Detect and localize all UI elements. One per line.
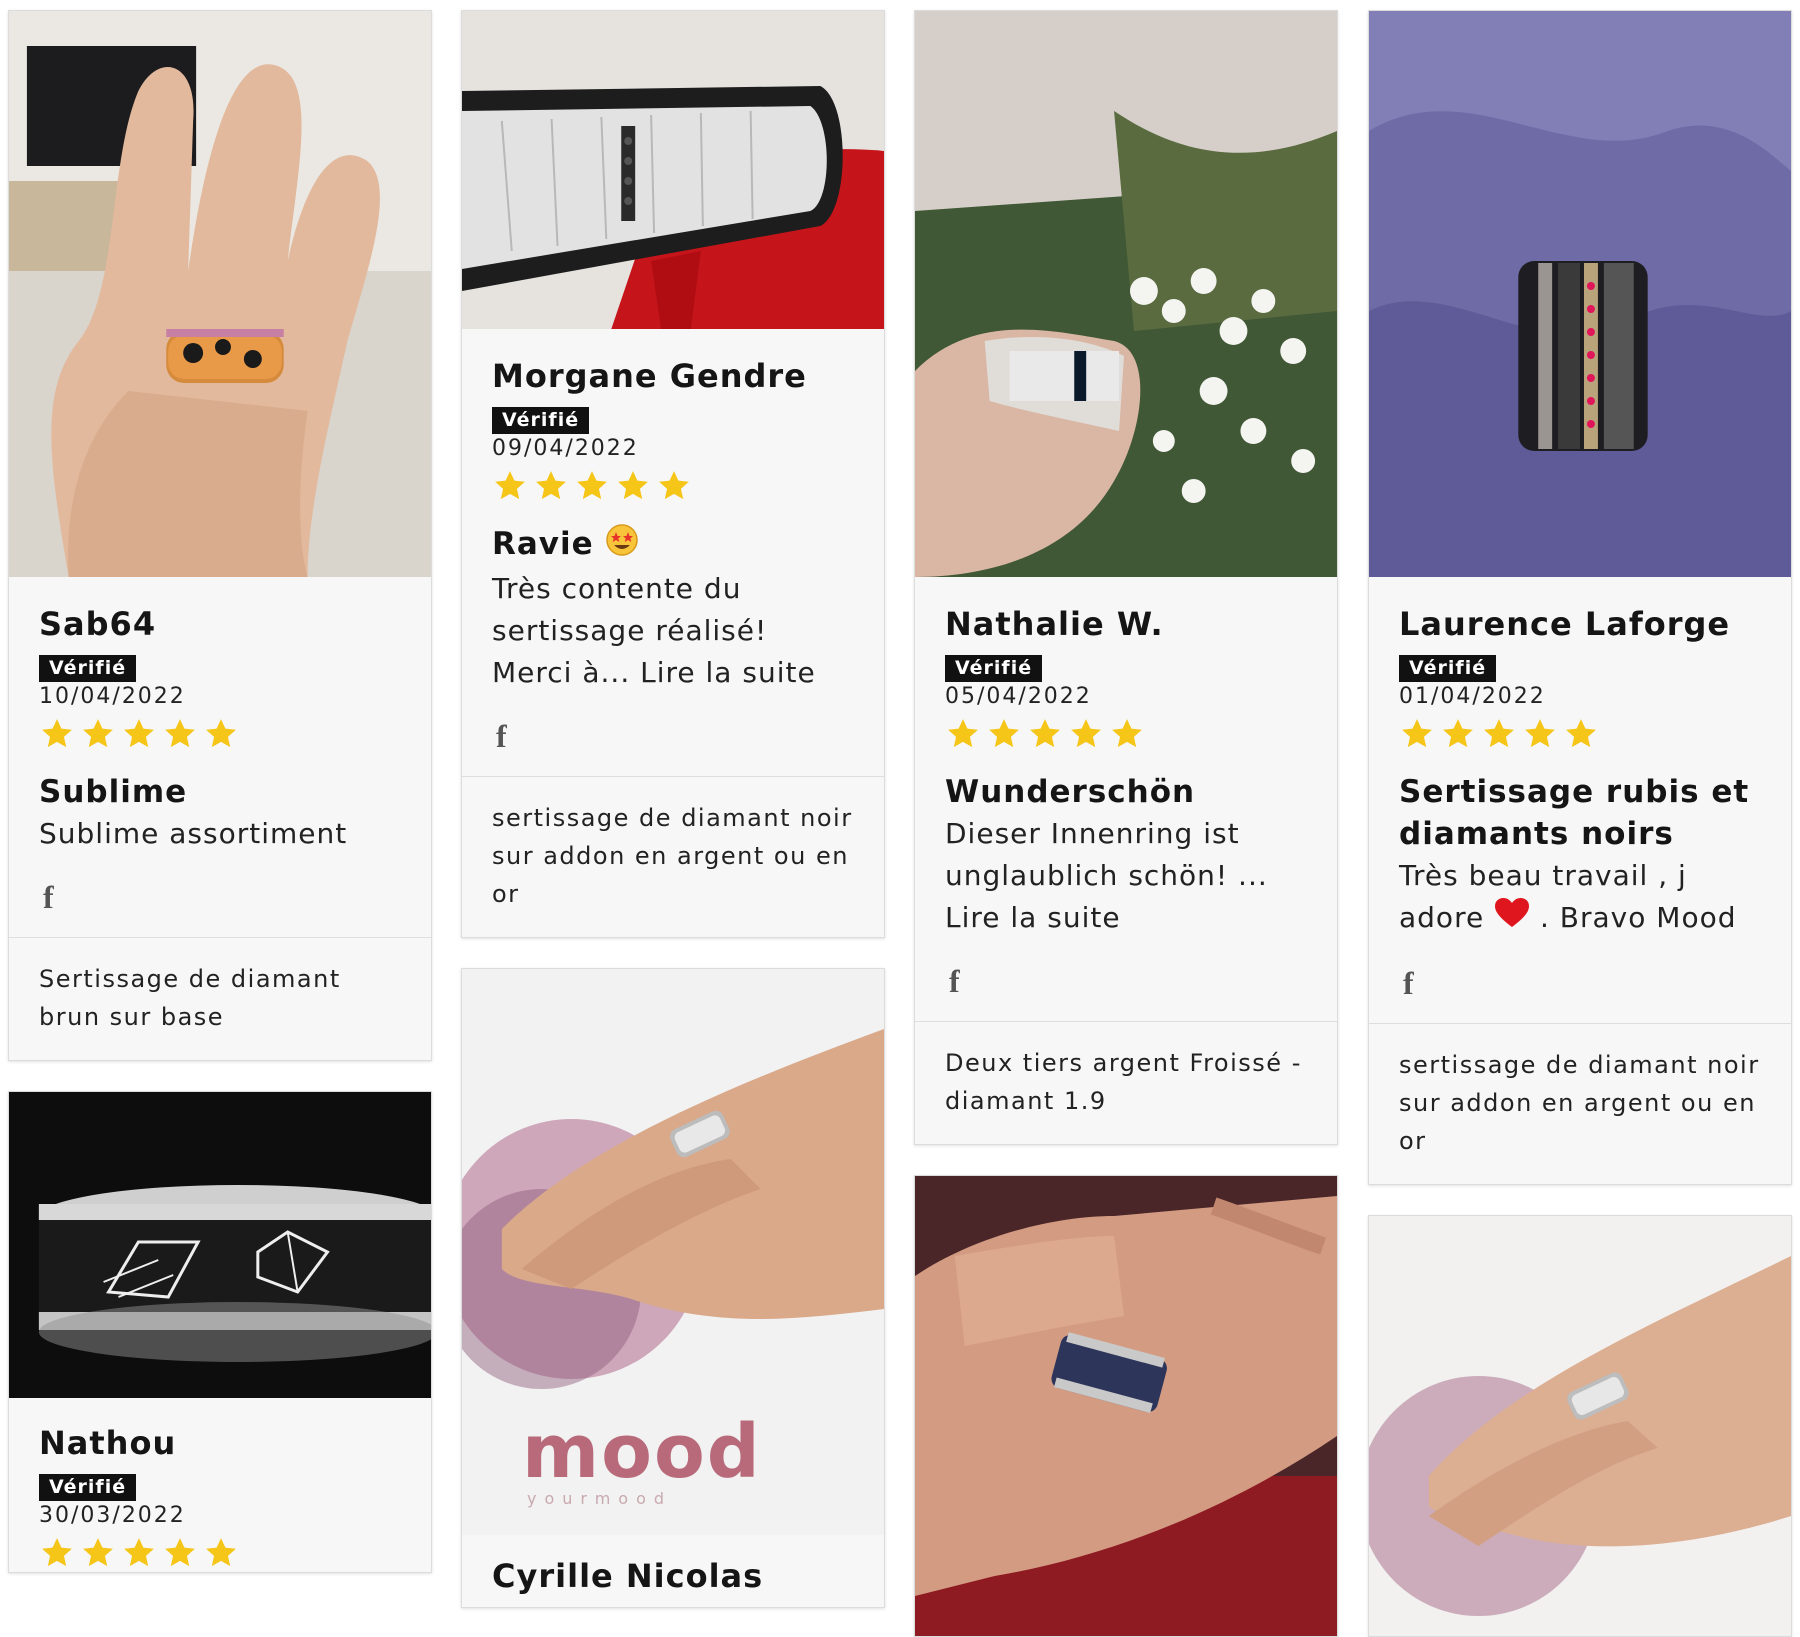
review-author: Nathou <box>39 1424 177 1462</box>
review-column-2: Morgane Gendre Vérifié 09/04/2022 Ravie … <box>461 0 885 1608</box>
mood-logo-subtitle: yourmood <box>527 1489 673 1508</box>
review-author: Morgane Gendre <box>492 357 807 395</box>
star-icon <box>1443 719 1473 748</box>
review-date: 30/03/2022 <box>39 1503 186 1528</box>
review-title: Wunderschön <box>945 774 1196 810</box>
review-text: Très beau travail , j adore . Bravo Mood <box>1399 855 1761 941</box>
review-text: Très contente du sertissage réalisé! Mer… <box>492 568 854 694</box>
review-author: Nathalie W. <box>945 605 1164 643</box>
review-title-text: Ravie <box>492 526 594 562</box>
star-icon <box>989 719 1019 748</box>
review-photo[interactable] <box>462 11 884 329</box>
review-card[interactable] <box>1368 1215 1792 1637</box>
review-author: Laurence Laforge <box>1399 605 1731 643</box>
review-text-body: Dieser Innenring ist unglaublich schön! … <box>945 817 1268 892</box>
read-more-link[interactable]: Lire la suite <box>945 901 1121 934</box>
star-icon <box>165 719 195 748</box>
star-icon <box>1484 719 1514 748</box>
review-text: Sublime assortiment <box>39 817 348 850</box>
review-photo[interactable] <box>1369 11 1791 577</box>
star-rating <box>39 717 401 753</box>
star-icon <box>1525 719 1555 748</box>
review-card[interactable]: Nathalie W. Vérifié 05/04/2022 Wundersch… <box>914 10 1338 1145</box>
review-date: 01/04/2022 <box>1399 684 1546 709</box>
star-icon <box>83 1538 113 1567</box>
review-product[interactable]: sertissage de diamant noir sur addon en … <box>1369 1023 1791 1184</box>
star-icon <box>577 471 607 500</box>
star-rating <box>1399 717 1761 753</box>
facebook-share-icon[interactable]: f <box>1399 963 1761 1023</box>
review-card[interactable]: mood yourmood Cyrille Nicolas <box>461 968 885 1608</box>
review-photo[interactable] <box>1369 1216 1791 1636</box>
review-card[interactable]: Nathou Vérifié 30/03/2022 <box>8 1091 432 1573</box>
review-photo[interactable] <box>9 1092 431 1398</box>
star-icon <box>1071 719 1101 748</box>
facebook-share-icon[interactable]: f <box>492 716 854 776</box>
review-author: Sab64 <box>39 605 157 643</box>
verified-badge: Vérifié <box>492 407 590 434</box>
star-icon <box>42 719 72 748</box>
verified-badge: Vérifié <box>39 1474 137 1501</box>
review-column-3: Nathalie W. Vérifié 05/04/2022 Wundersch… <box>914 0 1338 1637</box>
review-product[interactable]: Sertissage de diamant brun sur base <box>9 937 431 1060</box>
star-icon <box>948 719 978 748</box>
star-icon <box>206 719 236 748</box>
star-icon <box>83 719 113 748</box>
review-date: 05/04/2022 <box>945 684 1092 709</box>
star-icon <box>495 471 525 500</box>
mood-logo: mood <box>522 1409 762 1495</box>
review-photo[interactable] <box>915 1176 1337 1636</box>
verified-badge: Vérifié <box>945 655 1043 682</box>
review-photo[interactable]: mood yourmood <box>462 969 884 1535</box>
verified-badge: Vérifié <box>39 655 137 682</box>
review-product[interactable]: Deux tiers argent Froissé - diamant 1.9 <box>915 1021 1337 1144</box>
star-icon <box>165 1538 195 1567</box>
star-icon <box>1402 719 1432 748</box>
review-card[interactable]: Laurence Laforge Vérifié 01/04/2022 Sert… <box>1368 10 1792 1185</box>
star-icon <box>1566 719 1596 748</box>
star-icon <box>124 719 154 748</box>
star-icon <box>1030 719 1060 748</box>
star-icon <box>42 1538 72 1567</box>
facebook-share-icon[interactable]: f <box>945 961 1307 1021</box>
review-column-1: Sab64 Vérifié 10/04/2022 Sublime Sublime… <box>8 0 432 1573</box>
star-icon <box>1112 719 1142 748</box>
star-struck-emoji-icon <box>605 523 639 568</box>
star-icon <box>124 1538 154 1567</box>
review-photo[interactable] <box>915 11 1337 577</box>
verified-badge: Vérifié <box>1399 655 1497 682</box>
star-icon <box>536 471 566 500</box>
review-card[interactable]: Sab64 Vérifié 10/04/2022 Sublime Sublime… <box>8 10 432 1061</box>
review-date: 09/04/2022 <box>492 436 639 461</box>
star-icon <box>618 471 648 500</box>
star-rating <box>945 717 1307 753</box>
red-heart-emoji-icon <box>1494 897 1530 941</box>
facebook-share-icon[interactable]: f <box>39 877 401 937</box>
star-rating <box>492 469 854 505</box>
review-author: Cyrille Nicolas <box>492 1557 764 1595</box>
review-column-4: Laurence Laforge Vérifié 01/04/2022 Sert… <box>1368 0 1792 1637</box>
star-icon <box>206 1538 236 1567</box>
review-title: Sublime <box>39 774 188 810</box>
review-text-after-emoji: . Bravo Mood <box>1540 901 1737 934</box>
review-date: 10/04/2022 <box>39 684 186 709</box>
review-text: Dieser Innenring ist unglaublich schön! … <box>945 813 1307 939</box>
review-card[interactable] <box>914 1175 1338 1637</box>
star-icon <box>659 471 689 500</box>
review-card[interactable]: Morgane Gendre Vérifié 09/04/2022 Ravie … <box>461 10 885 938</box>
review-title: Sertissage rubis et diamants noirs <box>1399 774 1750 852</box>
review-photo[interactable] <box>9 11 431 577</box>
read-more-link[interactable]: Lire la suite <box>640 656 816 689</box>
review-title: Ravie <box>492 523 854 568</box>
star-rating <box>39 1536 401 1572</box>
review-product[interactable]: sertissage de diamant noir sur addon en … <box>462 776 884 937</box>
